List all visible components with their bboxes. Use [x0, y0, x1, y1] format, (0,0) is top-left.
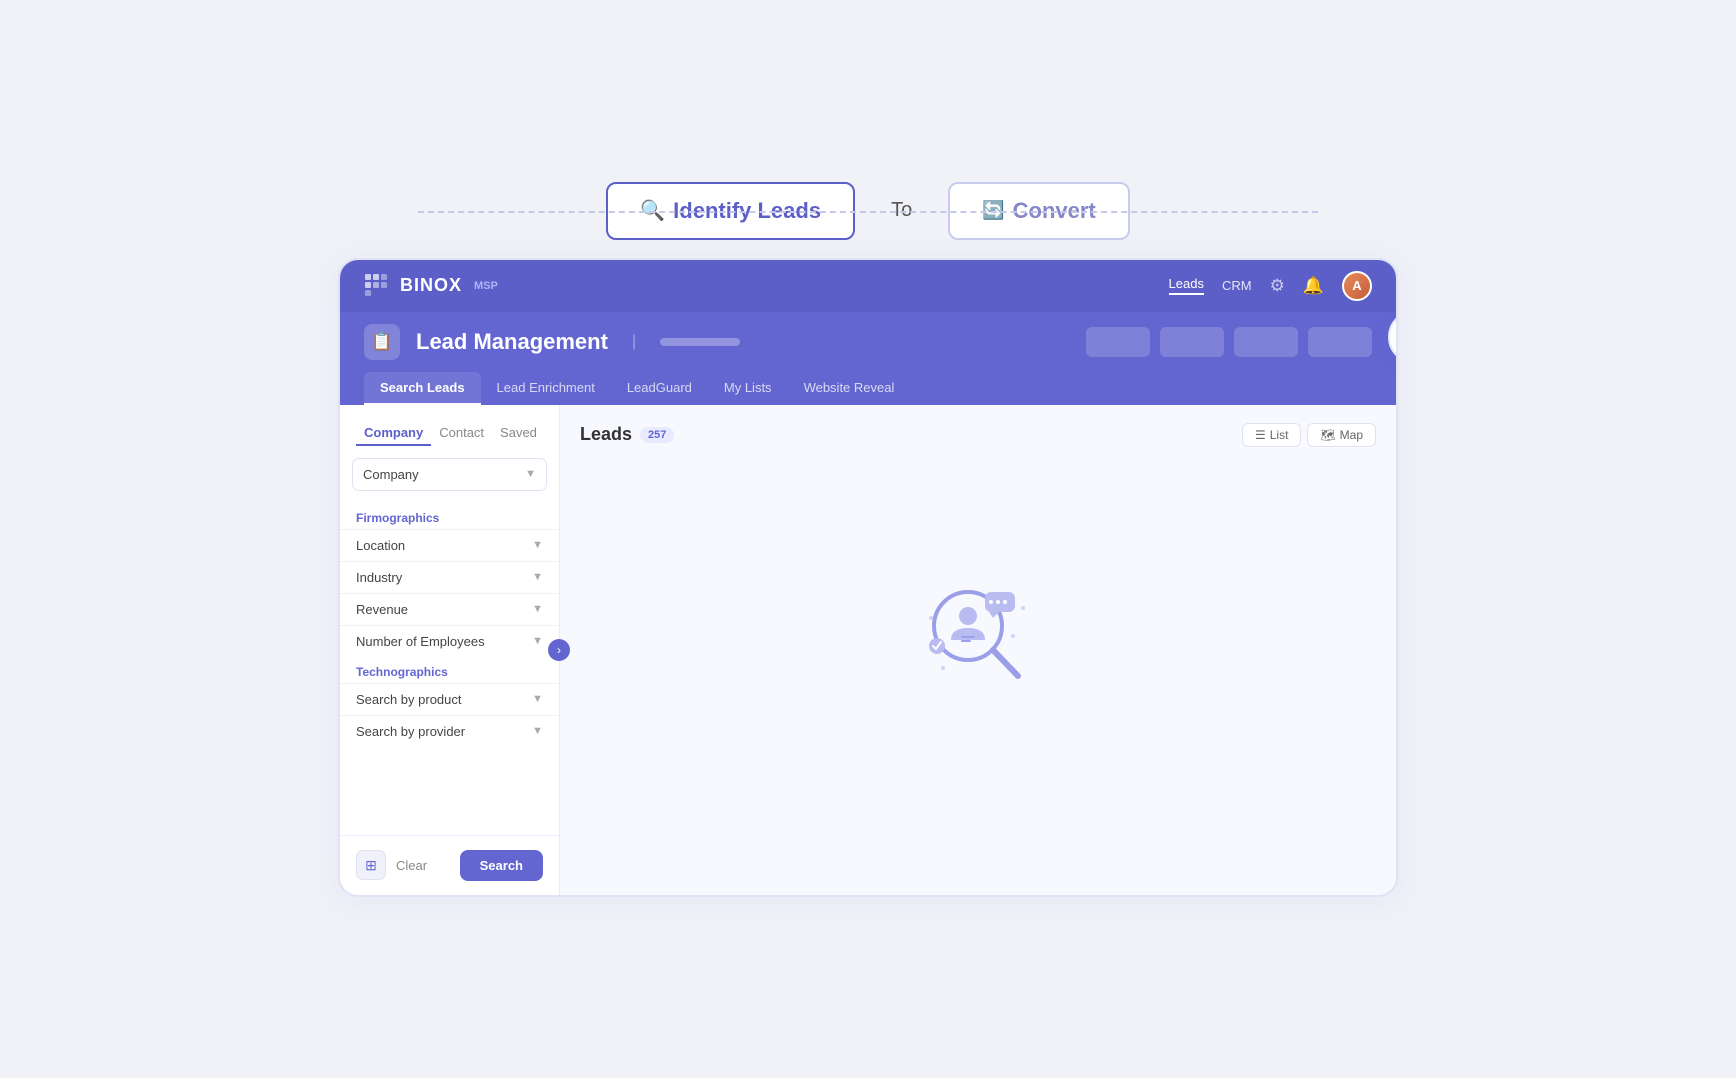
- header-action-btn-3[interactable]: [1234, 327, 1298, 357]
- filter-icon-btn[interactable]: ⊞: [356, 850, 386, 880]
- page-header: 📋 Lead Management |: [364, 324, 1372, 360]
- sidebar-footer: ⊞ Clear Search: [340, 835, 559, 895]
- flow-bar: 🔍 Identify Leads To 🔄 Convert: [418, 182, 1318, 240]
- filter-search-provider[interactable]: Search by provider ▼: [340, 715, 559, 747]
- list-icon: ☰: [1255, 428, 1266, 442]
- brand: BINOX MSP: [364, 273, 498, 299]
- search-illustration: [913, 568, 1043, 698]
- avatar[interactable]: A: [1342, 271, 1372, 301]
- company-dropdown[interactable]: Company ▼: [352, 458, 547, 491]
- filter-location[interactable]: Location ▼: [340, 529, 559, 561]
- filter-product-label: Search by product: [356, 692, 462, 707]
- nav-link-leads[interactable]: Leads: [1169, 276, 1204, 295]
- nav-right: Leads CRM ⚙ 🔔 A: [1169, 271, 1372, 301]
- chevron-down-icon: ▼: [532, 725, 543, 737]
- chevron-down-icon: ▼: [532, 571, 543, 583]
- filter-revenue[interactable]: Revenue ▼: [340, 593, 559, 625]
- header-action-btn-4[interactable]: [1308, 327, 1372, 357]
- filter-industry-label: Industry: [356, 570, 402, 585]
- top-nav: BINOX MSP Leads CRM ⚙ 🔔 A: [340, 260, 1396, 312]
- results-panel: Leads 257 ☰ List 🗺 Map: [560, 405, 1396, 895]
- page-title: Lead Management: [416, 329, 608, 355]
- firmographics-section-title: Firmographics: [340, 503, 559, 529]
- empty-state: [580, 463, 1376, 803]
- technographics-section-title: Technographics: [340, 657, 559, 683]
- filter-revenue-label: Revenue: [356, 602, 408, 617]
- filter-industry[interactable]: Industry ▼: [340, 561, 559, 593]
- page-wrapper: 🔍 Identify Leads To 🔄 Convert 🤖 👤: [0, 0, 1736, 1078]
- sub-nav: Search Leads Lead Enrichment LeadGuard M…: [364, 372, 1372, 405]
- clear-button[interactable]: Clear: [396, 858, 427, 873]
- company-dropdown-label: Company: [363, 467, 419, 482]
- map-icon: 🗺: [1320, 428, 1335, 442]
- page-icon: 📋: [364, 324, 400, 360]
- view-list-label: List: [1270, 428, 1289, 442]
- view-list-button[interactable]: ☰ List: [1242, 423, 1301, 447]
- filter-provider-label: Search by provider: [356, 724, 465, 739]
- header-actions: [1086, 327, 1372, 357]
- brand-logo: [364, 273, 390, 299]
- tab-leadguard[interactable]: LeadGuard: [611, 372, 708, 405]
- tab-search-leads[interactable]: Search Leads: [364, 372, 481, 405]
- page-subtitle-bar: [660, 338, 740, 346]
- sidebar-tabs: Company Contact Saved: [340, 421, 559, 446]
- gear-icon[interactable]: ⚙: [1270, 276, 1285, 296]
- main-content: Company Contact Saved Company ▼ Firmogra…: [340, 405, 1396, 895]
- results-title: Leads 257: [580, 424, 674, 445]
- chevron-down-icon: ▼: [532, 603, 543, 615]
- header-action-btn-1[interactable]: [1086, 327, 1150, 357]
- sidebar-tab-company[interactable]: Company: [356, 421, 431, 446]
- filter-employees[interactable]: Number of Employees ▼: [340, 625, 559, 657]
- chevron-down-icon: ▼: [525, 468, 536, 480]
- search-button[interactable]: Search: [460, 850, 543, 881]
- page-divider: |: [632, 333, 636, 351]
- header-action-btn-2[interactable]: [1160, 327, 1224, 357]
- chevron-down-icon: ▼: [532, 539, 543, 551]
- sidebar: Company Contact Saved Company ▼ Firmogra…: [340, 405, 560, 895]
- sidebar-tab-saved[interactable]: Saved: [492, 421, 545, 446]
- collapse-sidebar-toggle[interactable]: ›: [548, 639, 570, 661]
- view-toggle: ☰ List 🗺 Map: [1242, 423, 1376, 447]
- header-bar: 📋 Lead Management | Search Leads Lead En…: [340, 312, 1396, 405]
- app-window: 🤖 👤 BINOX MSP: [338, 258, 1398, 897]
- brand-msp: MSP: [474, 280, 498, 292]
- filter-employees-label: Number of Employees: [356, 634, 485, 649]
- tab-lead-enrichment[interactable]: Lead Enrichment: [481, 372, 611, 405]
- brand-name: BINOX: [400, 275, 462, 296]
- tab-website-reveal[interactable]: Website Reveal: [788, 372, 911, 405]
- chevron-down-icon: ▼: [532, 693, 543, 705]
- tab-my-lists[interactable]: My Lists: [708, 372, 788, 405]
- filter-search-product[interactable]: Search by product ▼: [340, 683, 559, 715]
- bell-icon[interactable]: 🔔: [1303, 276, 1324, 296]
- results-title-text: Leads: [580, 424, 632, 445]
- filter-location-label: Location: [356, 538, 405, 553]
- results-count-badge: 257: [640, 427, 674, 443]
- chevron-down-icon: ▼: [532, 635, 543, 647]
- view-map-button[interactable]: 🗺 Map: [1307, 423, 1376, 447]
- results-header: Leads 257 ☰ List 🗺 Map: [580, 423, 1376, 447]
- nav-link-crm[interactable]: CRM: [1222, 278, 1252, 293]
- sidebar-tab-contact[interactable]: Contact: [431, 421, 492, 446]
- view-map-label: Map: [1340, 428, 1363, 442]
